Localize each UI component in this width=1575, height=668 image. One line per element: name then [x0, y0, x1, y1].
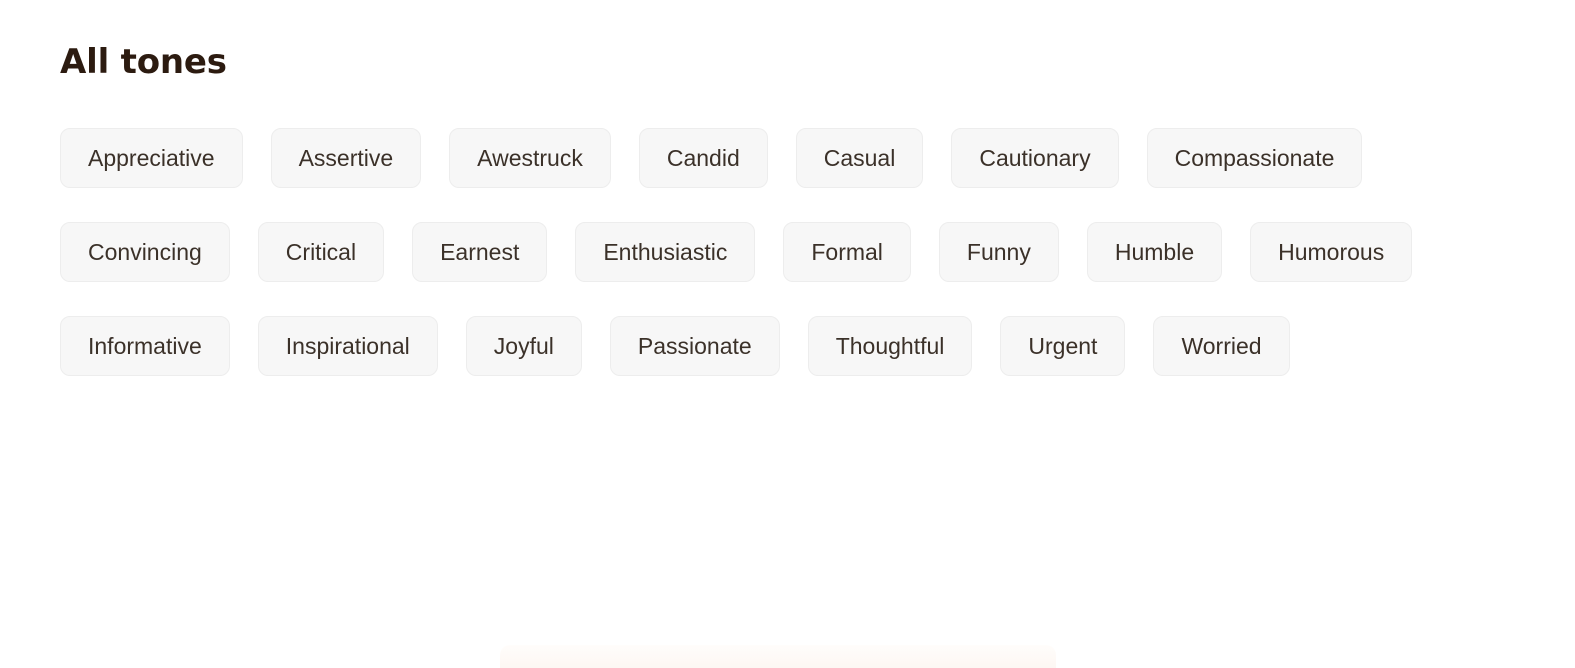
- tone-chip-label: Thoughtful: [835, 332, 945, 359]
- page-title: All tones: [60, 42, 227, 82]
- tone-chip[interactable]: Inspirational: [257, 316, 438, 376]
- tone-chip[interactable]: Casual: [795, 128, 924, 188]
- tone-chip-label: Formal: [811, 238, 883, 265]
- bottom-panel-peek: [500, 645, 1056, 668]
- tone-chip-label: Appreciative: [88, 144, 215, 171]
- all-tones-page: All tones Appreciative Assertive Awestruck…: [0, 0, 1575, 668]
- tone-chip-label: Convincing: [88, 238, 202, 265]
- tone-chip[interactable]: Funny: [938, 222, 1059, 282]
- tone-chip[interactable]: Cautionary: [951, 128, 1119, 188]
- tone-chip[interactable]: Urgent: [1000, 316, 1126, 376]
- tone-chip[interactable]: Assertive: [270, 128, 422, 188]
- tone-chip-label: Joyful: [493, 332, 554, 359]
- tone-chip-label: Candid: [666, 144, 740, 171]
- tone-chip[interactable]: Compassionate: [1146, 128, 1363, 188]
- tone-chip-label: Awestruck: [477, 144, 583, 171]
- tone-chip-label: Funny: [966, 238, 1031, 265]
- tone-chip-label: Earnest: [440, 238, 520, 265]
- tone-chip[interactable]: Informative: [60, 316, 230, 376]
- tone-chip-label: Compassionate: [1174, 144, 1335, 171]
- tone-chip[interactable]: Humorous: [1250, 222, 1413, 282]
- tone-chip-label: Casual: [823, 144, 896, 171]
- tone-chip-label: Humorous: [1278, 238, 1385, 265]
- tone-chip[interactable]: Convincing: [60, 222, 230, 282]
- tone-chip[interactable]: Worried: [1153, 316, 1290, 376]
- tone-chip[interactable]: Formal: [783, 222, 911, 282]
- tone-chip-label: Humble: [1114, 238, 1195, 265]
- tone-chip-label: Enthusiastic: [603, 238, 728, 265]
- tone-chip-label: Critical: [285, 238, 357, 265]
- tone-chip-label: Assertive: [298, 144, 394, 171]
- tone-chip[interactable]: Joyful: [465, 316, 582, 376]
- tone-chip[interactable]: Awestruck: [449, 128, 611, 188]
- tone-chip[interactable]: Thoughtful: [807, 316, 973, 376]
- tone-chip-label: Urgent: [1028, 332, 1098, 359]
- tone-chip[interactable]: Appreciative: [60, 128, 243, 188]
- tone-chip-label: Inspirational: [285, 332, 410, 359]
- tone-chip-label: Cautionary: [979, 144, 1091, 171]
- tone-chip-label: Passionate: [637, 332, 752, 359]
- tone-chip[interactable]: Critical: [257, 222, 385, 282]
- tone-chip[interactable]: Humble: [1086, 222, 1223, 282]
- tone-chip-label: Worried: [1181, 332, 1262, 359]
- tone-chip[interactable]: Earnest: [412, 222, 548, 282]
- tone-chip[interactable]: Candid: [638, 128, 768, 188]
- tone-chip[interactable]: Enthusiastic: [575, 222, 756, 282]
- tone-chip[interactable]: Passionate: [609, 316, 780, 376]
- tone-chip-list: Appreciative Assertive Awestruck Candid Casu…: [60, 128, 1480, 376]
- tone-chip-label: Informative: [88, 332, 202, 359]
